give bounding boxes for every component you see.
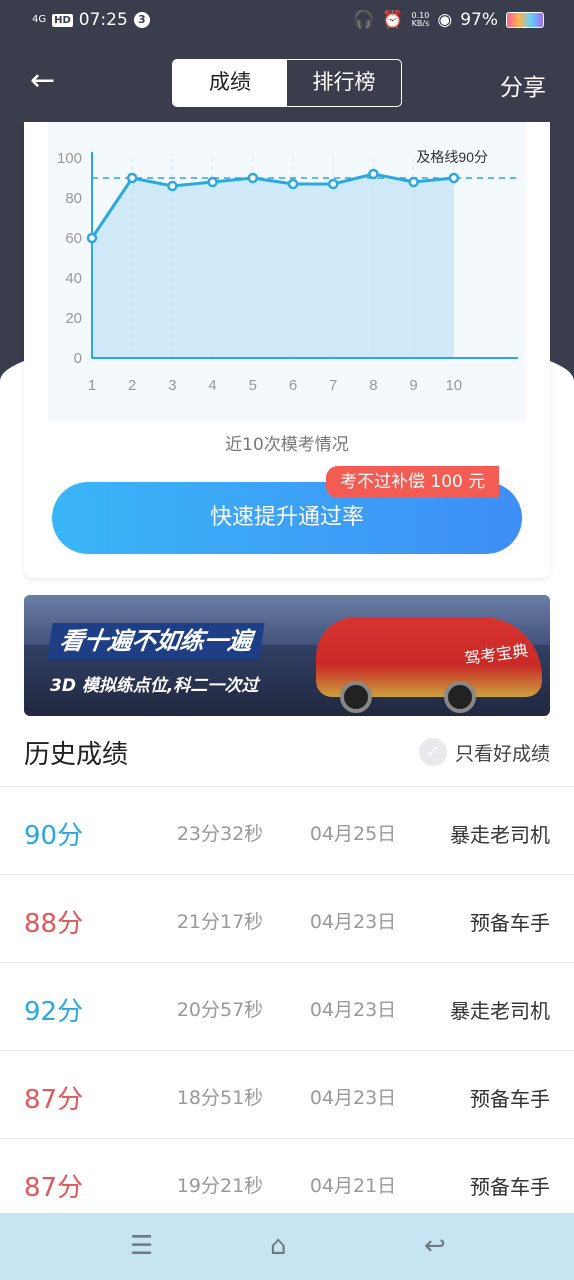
data-point <box>368 168 379 180</box>
banner-subline: 3D 模拟练点位,科二一次过 <box>50 676 259 696</box>
only-good-scores-label: 只看好成绩 <box>454 742 550 765</box>
history-score: 87分 <box>24 1085 84 1115</box>
y-tick-label: 40 <box>65 270 82 287</box>
history-score: 88分 <box>24 909 84 939</box>
data-point <box>126 172 138 184</box>
history-rank-title: 预备车手 <box>470 1175 550 1199</box>
data-point <box>408 176 419 188</box>
data-point <box>448 172 460 184</box>
history-score: 87分 <box>24 1173 84 1203</box>
y-tick-label: 0 <box>74 350 82 367</box>
share-button[interactable]: 分享 <box>500 68 546 102</box>
tab-leaderboard[interactable]: 排行榜 <box>287 60 401 106</box>
x-tick-label: 6 <box>289 377 297 394</box>
status-bar: 4G HD 07:25 3 🎧 ⏰ 0.10 KB/s ◉ 97% <box>0 0 574 44</box>
score-chart-svg: 及格线90分 0 20 40 60 80 100 1 2 3 4 5 6 7 8 9 10 <box>57 149 518 394</box>
car-wheel-rear <box>444 681 476 713</box>
x-tick-label: 9 <box>409 377 417 394</box>
data-point <box>287 178 299 190</box>
history-row[interactable]: 88分 21分17秒 04月23日 预备车手 <box>0 874 574 962</box>
banner-headline: 看十遍不如练一遍 <box>47 623 265 659</box>
notification-count-badge: 3 <box>133 12 150 28</box>
segment-tabs: 成绩 排行榜 <box>172 59 402 107</box>
only-good-scores-toggle[interactable]: ✓ 只看好成绩 <box>418 738 550 766</box>
history-date: 04月25日 <box>309 823 397 845</box>
alarm-icon: ⏰ <box>382 10 404 30</box>
history-row[interactable]: 92分 20分57秒 04月23日 暴走老司机 <box>0 962 574 1050</box>
history-rank-title: 暴走老司机 <box>450 823 550 847</box>
promo-banner[interactable]: 看十遍不如练一遍 3D 模拟练点位,科二一次过 驾考宝典 <box>24 595 550 716</box>
hd-badge: HD <box>52 13 73 27</box>
car-wheel-front <box>340 681 372 713</box>
tab-scores[interactable]: 成绩 <box>173 60 287 106</box>
history-score: 90分 <box>24 821 84 851</box>
signal-indicator: 4G <box>32 14 47 25</box>
back-arrow-icon[interactable]: ← <box>30 66 60 96</box>
score-area <box>92 174 454 358</box>
y-tick-label: 80 <box>65 190 82 207</box>
x-tick-label: 3 <box>168 377 176 394</box>
checkmark-icon[interactable]: ✓ <box>418 738 447 766</box>
network-speed-unit: KB/s <box>411 19 430 28</box>
y-tick-label: 20 <box>65 310 82 327</box>
data-point <box>167 180 178 192</box>
headphones-icon: 🎧 <box>353 10 375 30</box>
y-tick-label: 60 <box>65 230 82 247</box>
menu-icon[interactable]: ☰ <box>130 1231 153 1261</box>
history-rank-title: 预备车手 <box>470 1087 550 1111</box>
score-card: 及格线90分 0 20 40 60 80 100 1 2 3 4 5 6 7 8 9 10 近10次模考情况 快… <box>24 122 550 578</box>
data-point <box>207 176 218 188</box>
x-tick-label: 5 <box>249 377 257 394</box>
history-date: 04月23日 <box>309 1087 397 1109</box>
battery-icon <box>506 12 544 28</box>
network-speed: 0.10 KB/s <box>412 12 430 28</box>
x-tick-label: 1 <box>88 377 96 394</box>
return-icon[interactable]: ↩ <box>424 1231 446 1261</box>
x-tick-label: 4 <box>208 377 216 394</box>
x-tick-label: 8 <box>369 377 377 394</box>
promo-tag: 考不过补偿 100 元 <box>326 466 500 498</box>
history-title: 历史成绩 <box>24 740 129 770</box>
history-row[interactable]: 90分 23分32秒 04月25日 暴走老司机 <box>0 786 574 874</box>
home-icon[interactable]: ⌂ <box>270 1231 287 1261</box>
x-tick-label: 2 <box>128 377 136 394</box>
history-rank-title: 暴走老司机 <box>450 999 550 1023</box>
x-tick-label: 7 <box>329 377 337 394</box>
threshold-label: 及格线90分 <box>416 149 488 165</box>
wifi-icon: ◉ <box>437 10 453 30</box>
history-row[interactable]: 87分 18分51秒 04月23日 预备车手 <box>0 1050 574 1138</box>
score-chart: 及格线90分 0 20 40 60 80 100 1 2 3 4 5 6 7 8 9 10 <box>48 122 526 422</box>
history-score: 92分 <box>24 997 84 1027</box>
history-date: 04月23日 <box>309 911 397 933</box>
battery-percent: 97% <box>460 10 498 30</box>
x-tick-label: 10 <box>445 377 462 394</box>
data-point <box>86 232 98 244</box>
history-date: 04月21日 <box>309 1175 397 1197</box>
system-nav-bar: ☰ ⌂ ↩ <box>0 1213 574 1280</box>
data-point <box>327 178 339 190</box>
clock: 07:25 <box>78 10 128 30</box>
chart-caption: 近10次模考情况 <box>225 435 349 455</box>
history-rank-title: 预备车手 <box>470 911 550 935</box>
y-tick-label: 100 <box>57 150 82 167</box>
data-point <box>247 172 259 184</box>
history-date: 04月23日 <box>309 999 397 1021</box>
